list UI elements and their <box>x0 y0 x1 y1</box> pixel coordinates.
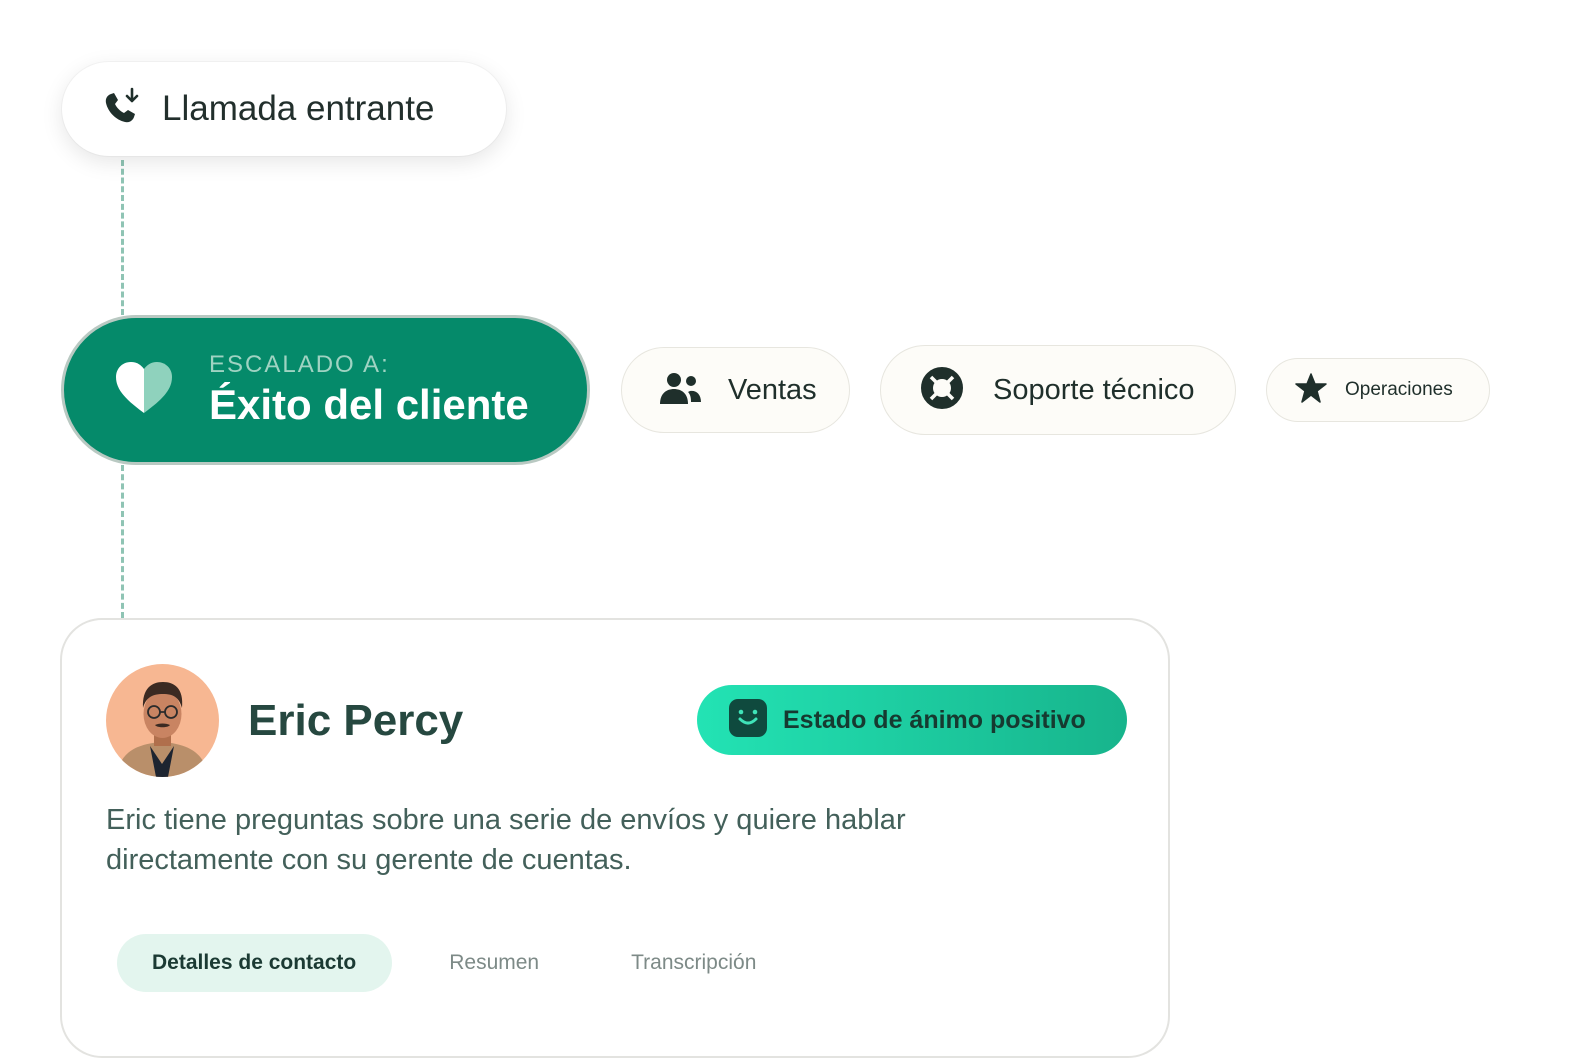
connector-line-bottom <box>121 465 124 618</box>
incoming-call-icon <box>102 87 142 132</box>
contact-description: Eric tiene preguntas sobre una serie de … <box>106 804 906 876</box>
tab-resumen[interactable]: Resumen <box>449 934 539 992</box>
option-soporte-tecnico[interactable]: Soporte técnico <box>880 345 1236 435</box>
smile-icon <box>729 698 767 742</box>
people-icon <box>658 371 702 410</box>
contact-name: Eric Percy <box>248 696 464 745</box>
option-soporte-label: Soporte técnico <box>993 373 1195 406</box>
contact-card: Eric Percy Estado de ánimo positivo Eric… <box>60 618 1170 1058</box>
option-ventas-label: Ventas <box>728 373 817 406</box>
option-ventas[interactable]: Ventas <box>621 347 850 433</box>
tab-detalles-de-contacto[interactable]: Detalles de contacto <box>117 934 393 992</box>
lifebuoy-icon <box>919 365 965 416</box>
option-operaciones-label: Operaciones <box>1345 379 1453 400</box>
escalated-prefix: ESCALADO A: <box>209 351 390 378</box>
mood-badge: Estado de ánimo positivo <box>697 685 1127 755</box>
mood-label: Estado de ánimo positivo <box>783 705 1086 734</box>
contact-tabs: Detalles de contacto Resumen Transcripci… <box>117 934 756 992</box>
incoming-call-pill[interactable]: Llamada entrante <box>62 62 506 156</box>
option-operaciones[interactable]: Operaciones <box>1266 358 1490 422</box>
escalated-destination-pill[interactable]: ESCALADO A: Éxito del cliente <box>61 315 590 465</box>
tab-transcripcion[interactable]: Transcripción <box>631 934 756 992</box>
connector-line-top <box>121 160 124 315</box>
escalated-destination: Éxito del cliente <box>209 381 529 428</box>
incoming-call-label: Llamada entrante <box>162 89 435 128</box>
star-icon <box>1295 372 1327 408</box>
heart-icon <box>114 361 174 420</box>
avatar <box>106 664 219 777</box>
